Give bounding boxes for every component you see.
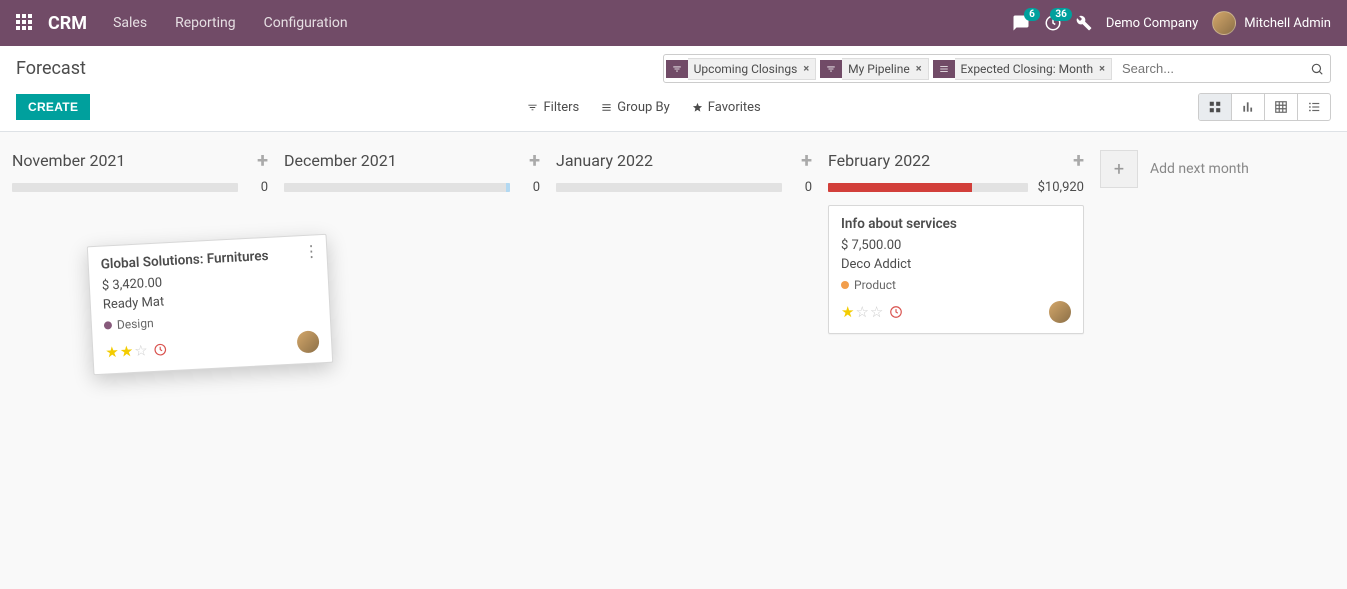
search-input[interactable] <box>1116 57 1304 80</box>
card-amount: $ 7,500.00 <box>841 238 1071 253</box>
activities-badge: 36 <box>1050 8 1071 21</box>
add-month-label: Add next month <box>1150 161 1249 177</box>
kanban-card-dragging[interactable]: ⋮ Global Solutions: Furnitures $ 3,420.0… <box>87 234 333 375</box>
activity-clock-icon[interactable] <box>153 342 168 357</box>
column-add-icon[interactable]: + <box>529 148 540 172</box>
activity-clock-icon[interactable] <box>889 305 903 319</box>
filters-dropdown[interactable]: Filters <box>527 100 579 115</box>
column-progress-bar <box>556 183 782 192</box>
search-bar[interactable]: Upcoming Closings × My Pipeline × Expe <box>663 54 1331 83</box>
kanban-card[interactable]: Info about services $ 7,500.00 Deco Addi… <box>828 205 1084 334</box>
column-progress-bar <box>12 183 238 192</box>
column-amount: $10,920 <box>1038 180 1084 195</box>
breadcrumb: Forecast <box>16 58 86 79</box>
nav-configuration[interactable]: Configuration <box>264 15 348 31</box>
tag-dot-icon <box>841 281 849 289</box>
column-add-icon[interactable]: + <box>1073 148 1084 172</box>
column-title[interactable]: December 2021 <box>284 151 529 170</box>
view-kanban[interactable] <box>1199 94 1232 120</box>
column-add-icon[interactable]: + <box>801 148 812 172</box>
avatar <box>1212 11 1236 35</box>
view-list[interactable] <box>1298 94 1330 120</box>
add-month-button[interactable]: + <box>1100 150 1138 188</box>
priority-stars[interactable]: ★☆☆ <box>841 303 883 321</box>
assignee-avatar[interactable] <box>1049 301 1071 323</box>
assignee-avatar[interactable] <box>297 330 320 353</box>
column-amount: 0 <box>248 180 268 195</box>
filter-icon <box>666 60 688 78</box>
column-progress-bar <box>284 183 510 192</box>
view-pivot[interactable] <box>1265 94 1298 120</box>
facet-label: Upcoming Closings <box>694 62 798 76</box>
column-title[interactable]: February 2022 <box>828 151 1073 170</box>
messaging-icon[interactable]: 6 <box>1012 14 1030 32</box>
create-button[interactable]: CREATE <box>16 94 90 120</box>
facet-label: Expected Closing: Month <box>961 62 1094 76</box>
facet-label: My Pipeline <box>848 62 910 76</box>
messaging-badge: 6 <box>1024 8 1040 21</box>
view-graph[interactable] <box>1232 94 1265 120</box>
debug-icon[interactable] <box>1076 15 1092 31</box>
nav-sales[interactable]: Sales <box>113 15 147 31</box>
company-name: Demo Company <box>1106 16 1198 31</box>
apps-icon[interactable] <box>16 14 34 32</box>
nav-reporting[interactable]: Reporting <box>175 15 236 31</box>
column-title[interactable]: January 2022 <box>556 151 801 170</box>
column-amount: 0 <box>792 180 812 195</box>
column-add-icon[interactable]: + <box>257 148 268 172</box>
facet-remove[interactable]: × <box>916 62 922 75</box>
card-tag: Design <box>104 316 154 333</box>
activities-icon[interactable]: 36 <box>1044 14 1062 32</box>
user-menu[interactable]: Mitchell Admin <box>1212 11 1331 35</box>
column-amount: 0 <box>520 180 540 195</box>
groupby-dropdown[interactable]: Group By <box>601 100 670 115</box>
card-title: Info about services <box>841 216 1071 232</box>
search-icon[interactable] <box>1310 62 1324 76</box>
tag-dot-icon <box>104 321 112 329</box>
facet-remove[interactable]: × <box>803 62 809 75</box>
app-brand[interactable]: CRM <box>48 13 87 34</box>
filter-icon <box>820 60 842 78</box>
card-customer: Deco Addict <box>841 257 1071 272</box>
user-name: Mitchell Admin <box>1244 16 1331 31</box>
column-progress-bar <box>828 183 1028 192</box>
card-tag: Product <box>841 278 896 292</box>
favorites-dropdown[interactable]: Favorites <box>692 100 761 115</box>
company-switcher[interactable]: Demo Company <box>1106 16 1198 31</box>
priority-stars[interactable]: ★★☆ <box>105 341 148 361</box>
groupby-icon <box>933 60 955 78</box>
column-title[interactable]: November 2021 <box>12 151 257 170</box>
card-menu-icon[interactable]: ⋮ <box>303 241 319 261</box>
facet-remove[interactable]: × <box>1099 62 1105 75</box>
